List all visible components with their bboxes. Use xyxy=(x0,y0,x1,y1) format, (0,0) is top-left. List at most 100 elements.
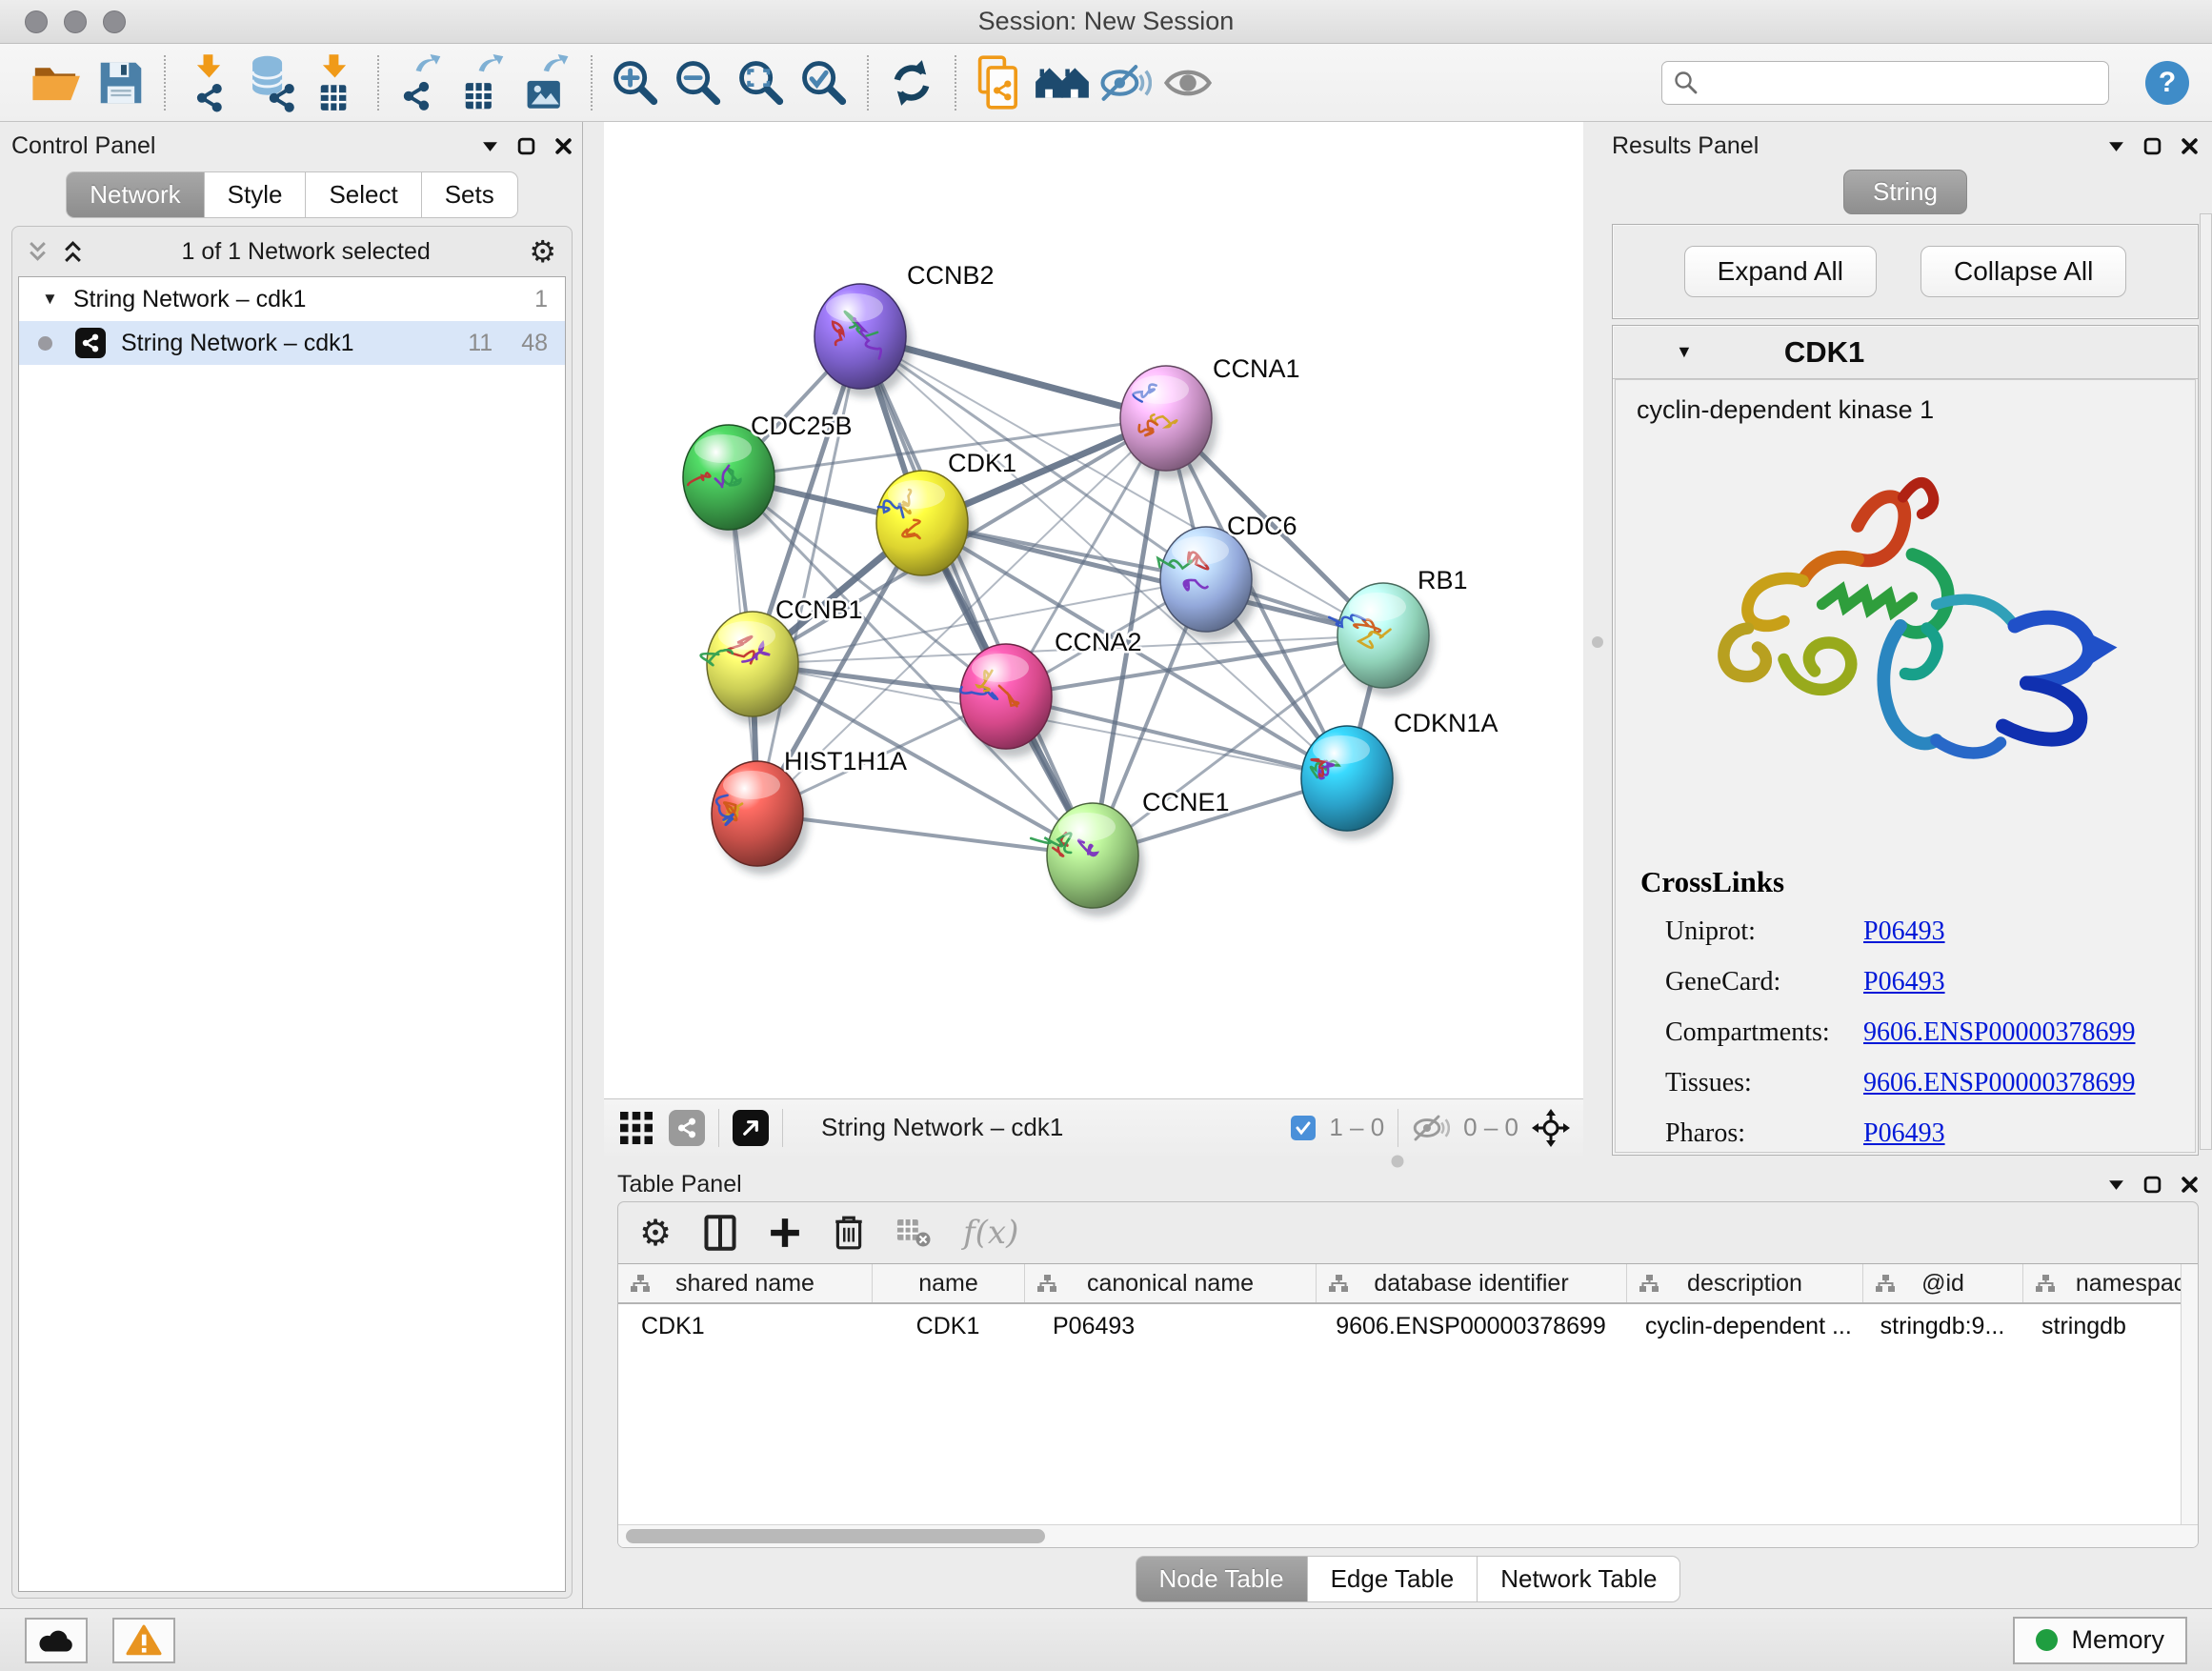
apply-layout-button[interactable] xyxy=(880,50,943,116)
close-panel-icon[interactable] xyxy=(554,137,573,155)
float-panel-icon[interactable] xyxy=(517,137,535,155)
network-collection-row[interactable]: ▼ String Network – cdk1 1 xyxy=(19,277,565,321)
table-options-gear-icon[interactable]: ⚙ xyxy=(639,1215,672,1251)
search-box[interactable] xyxy=(1661,61,2109,105)
network-view-button[interactable] xyxy=(669,1110,705,1146)
show-columns-icon[interactable] xyxy=(704,1215,736,1251)
column-header[interactable]: namespace xyxy=(2022,1264,2199,1302)
hierarchy-icon xyxy=(1036,1274,1057,1293)
collapse-panel-icon[interactable] xyxy=(2108,140,2124,152)
table-vertical-scrollbar[interactable] xyxy=(2181,1264,2198,1524)
open-session-button[interactable] xyxy=(27,50,90,116)
expand-tree-icon[interactable] xyxy=(28,241,48,263)
network-options-gear-icon[interactable]: ⚙ xyxy=(529,236,556,267)
zoom-in-button[interactable] xyxy=(604,50,667,116)
memory-button[interactable]: Memory xyxy=(2013,1617,2187,1664)
graph-node-CDKN1A[interactable] xyxy=(1301,726,1398,839)
section-caret-icon[interactable]: ▼ xyxy=(1676,342,1693,362)
uniprot-link[interactable]: P06493 xyxy=(1863,916,2195,947)
network-canvas[interactable]: CCNB2CCNA1CDC25BCDK1CDC6RB1CCNB1CCNA2CDK… xyxy=(604,122,1583,1098)
cell-namespace[interactable]: stringdb xyxy=(2022,1304,2199,1348)
float-panel-icon[interactable] xyxy=(2143,1176,2162,1194)
show-all-button[interactable] xyxy=(1156,50,1219,116)
grid-view-button[interactable] xyxy=(617,1109,655,1147)
graph-node-CCNA1[interactable] xyxy=(1120,366,1217,479)
graph-node-CCNE1[interactable] xyxy=(1031,803,1144,916)
zoom-fit-button[interactable] xyxy=(730,50,793,116)
delete-column-icon[interactable] xyxy=(834,1215,864,1251)
first-neighbors-button[interactable] xyxy=(1031,50,1094,116)
import-table-button[interactable] xyxy=(303,50,366,116)
graph-node-CDC6[interactable] xyxy=(1158,527,1258,640)
float-panel-icon[interactable] xyxy=(2143,137,2162,155)
pan-tool-button[interactable] xyxy=(1532,1109,1570,1147)
close-panel-icon[interactable] xyxy=(2181,1176,2199,1194)
zoom-out-button[interactable] xyxy=(667,50,730,116)
hide-selected-button[interactable] xyxy=(1094,50,1156,116)
collapse-tree-icon[interactable] xyxy=(63,241,83,263)
cell-name[interactable]: CDK1 xyxy=(872,1304,1024,1348)
cell-database-identifier[interactable]: 9606.ENSP00000378699 xyxy=(1316,1304,1626,1348)
genecard-link[interactable]: P06493 xyxy=(1863,967,2195,997)
share-icon xyxy=(676,1117,697,1138)
tissues-link[interactable]: 9606.ENSP00000378699 xyxy=(1863,1068,2195,1098)
table-row[interactable]: CDK1 CDK1 P06493 9606.ENSP00000378699 cy… xyxy=(618,1304,2198,1348)
tab-string[interactable]: String xyxy=(1843,170,1967,214)
selected-checkbox[interactable] xyxy=(1291,1116,1316,1140)
results-scrollbar[interactable] xyxy=(2200,213,2212,1150)
collapse-all-button[interactable]: Collapse All xyxy=(1920,246,2126,297)
zoom-selected-button[interactable] xyxy=(793,50,855,116)
pharos-link[interactable]: P06493 xyxy=(1863,1118,2195,1149)
tab-network-table[interactable]: Network Table xyxy=(1478,1556,1680,1602)
create-column-icon[interactable] xyxy=(769,1217,801,1249)
table-horizontal-scrollbar[interactable] xyxy=(618,1524,2198,1547)
help-button[interactable]: ? xyxy=(2145,61,2189,105)
export-table-button[interactable] xyxy=(453,50,516,116)
collapse-panel-icon[interactable] xyxy=(2108,1178,2124,1191)
horizontal-splitter[interactable] xyxy=(583,1156,2212,1167)
graph-node-CCNB1[interactable] xyxy=(701,612,804,725)
export-network-button[interactable] xyxy=(391,50,453,116)
column-header[interactable]: canonical name xyxy=(1024,1264,1316,1302)
expand-all-button[interactable]: Expand All xyxy=(1684,246,1877,297)
cell-description[interactable]: cyclin-dependent ... xyxy=(1626,1304,1862,1348)
column-header[interactable]: shared name xyxy=(618,1264,872,1302)
duplicate-network-button[interactable] xyxy=(968,50,1031,116)
search-input[interactable] xyxy=(1708,70,2097,96)
birds-eye-view-button[interactable] xyxy=(733,1110,769,1146)
tab-select[interactable]: Select xyxy=(306,171,421,218)
collapse-panel-icon[interactable] xyxy=(482,140,498,152)
tab-edge-table[interactable]: Edge Table xyxy=(1308,1556,1478,1602)
compartments-link[interactable]: 9606.ENSP00000378699 xyxy=(1863,1017,2195,1048)
column-header[interactable]: name xyxy=(872,1264,1024,1302)
import-network-from-database-button[interactable] xyxy=(240,50,303,116)
export-image-button[interactable] xyxy=(516,50,579,116)
tab-style[interactable]: Style xyxy=(205,171,307,218)
network-graph[interactable]: CCNB2CCNA1CDC25BCDK1CDC6RB1CCNB1CCNA2CDK… xyxy=(604,122,1583,1098)
tree-caret-icon[interactable]: ▼ xyxy=(42,290,58,309)
network-row-selected[interactable]: String Network – cdk1 11 48 xyxy=(19,321,565,365)
tab-sets[interactable]: Sets xyxy=(422,171,518,218)
column-header[interactable]: database identifier xyxy=(1316,1264,1626,1302)
zoom-selected-icon xyxy=(797,56,851,110)
graph-node-CDC25B[interactable] xyxy=(683,425,780,538)
protein-section-header[interactable]: ▼ CDK1 xyxy=(1613,326,2198,379)
graph-node-CCNB2[interactable] xyxy=(814,284,912,397)
cell-canonical-name[interactable]: P06493 xyxy=(1024,1304,1316,1348)
vertical-splitter[interactable] xyxy=(1583,122,1612,1156)
import-network-button[interactable] xyxy=(177,50,240,116)
save-session-button[interactable] xyxy=(90,50,152,116)
warnings-button[interactable] xyxy=(112,1618,175,1663)
tab-node-table[interactable]: Node Table xyxy=(1136,1556,1308,1602)
column-header[interactable]: description xyxy=(1626,1264,1862,1302)
graph-node-CDK1[interactable] xyxy=(876,471,974,584)
tab-network[interactable]: Network xyxy=(66,171,204,218)
graph-node-CCNA2[interactable] xyxy=(960,644,1057,757)
graph-node-label: CDKN1A xyxy=(1394,709,1498,737)
column-header[interactable]: @id xyxy=(1862,1264,2022,1302)
cloud-status-button[interactable] xyxy=(25,1618,88,1663)
main-toolbar: ? xyxy=(0,44,2212,122)
close-panel-icon[interactable] xyxy=(2181,137,2199,155)
cell-shared-name[interactable]: CDK1 xyxy=(618,1304,872,1348)
cell-id[interactable]: stringdb:9... xyxy=(1862,1304,2022,1348)
